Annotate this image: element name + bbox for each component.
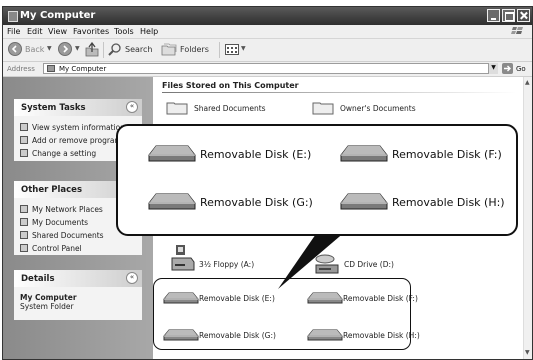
callout-disk-e: Removable Disk (E:) — [148, 144, 311, 167]
callout-disk-f: Removable Disk (F:) — [340, 144, 502, 167]
callout-disk-h: Removable Disk (H:) — [340, 192, 505, 215]
removable-disk-icon — [148, 145, 196, 162]
zoom-callout: Removable Disk (E:) Removable Disk (F:) … — [116, 124, 518, 236]
removable-disk-icon — [148, 193, 196, 210]
removable-disk-icon — [340, 193, 388, 210]
removable-disk-icon — [340, 145, 388, 162]
callout-disk-g: Removable Disk (G:) — [148, 192, 313, 215]
